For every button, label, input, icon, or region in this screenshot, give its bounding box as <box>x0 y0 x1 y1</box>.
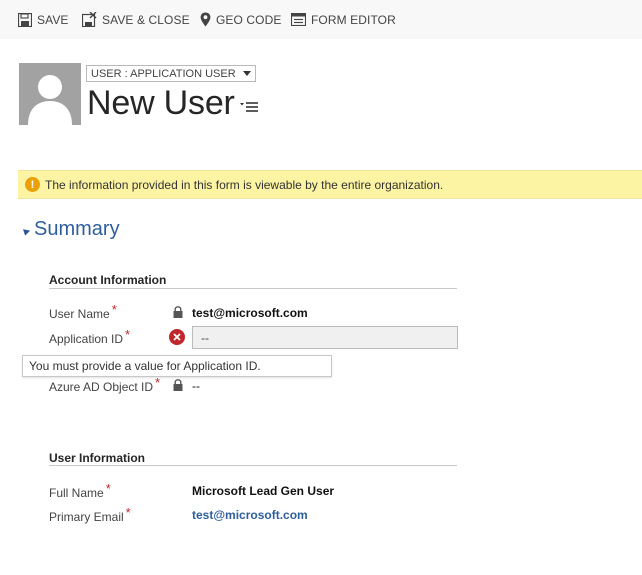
user-information-heading: User Information <box>49 451 146 465</box>
primary-email-link[interactable]: test@microsoft.com <box>192 508 308 522</box>
chevron-down-icon <box>242 71 251 76</box>
user-name-value: test@microsoft.com <box>192 306 308 320</box>
form-editor-label: FORM EDITOR <box>311 12 396 27</box>
notification-text: The information provided in this form is… <box>45 177 444 192</box>
geo-code-label: GEO CODE <box>216 12 282 27</box>
map-pin-icon <box>200 12 211 27</box>
application-id-label: Application ID * <box>49 327 131 346</box>
user-silhouette-icon <box>28 75 72 125</box>
page-title: New User <box>87 84 235 122</box>
account-information-heading: Account Information <box>49 273 167 287</box>
validation-tooltip: You must provide a value for Application… <box>22 355 332 377</box>
notification-bar: ! The information provided in this form … <box>18 170 642 199</box>
application-id-input[interactable] <box>192 326 458 349</box>
avatar <box>19 63 81 125</box>
record-menu-button[interactable] <box>240 100 258 118</box>
form-editor-icon <box>291 13 306 26</box>
form-editor-button[interactable]: FORM EDITOR <box>291 0 396 39</box>
form-selector-label: USER : APPLICATION USER <box>91 67 236 80</box>
save-button[interactable]: SAVE <box>18 0 69 39</box>
save-icon <box>18 12 32 27</box>
required-marker: * <box>155 375 161 390</box>
menu-icon <box>240 102 258 112</box>
save-close-icon <box>82 12 97 27</box>
warning-icon: ! <box>25 177 40 192</box>
lock-icon <box>173 305 183 323</box>
azure-ad-object-id-value: -- <box>192 379 200 393</box>
collapse-triangle-icon <box>20 225 31 236</box>
divider <box>49 288 457 289</box>
summary-section-toggle[interactable]: Summary <box>20 218 120 241</box>
error-icon <box>169 329 185 345</box>
divider <box>49 465 457 466</box>
azure-ad-object-id-label: Azure AD Object ID * <box>49 375 161 394</box>
lock-icon <box>173 378 183 396</box>
save-close-button[interactable]: SAVE & CLOSE <box>82 0 190 39</box>
section-title: Summary <box>34 218 120 240</box>
primary-email-label: Primary Email * <box>49 505 131 524</box>
required-marker: * <box>125 327 131 342</box>
required-marker: * <box>105 481 111 496</box>
user-name-label: User Name * <box>49 302 117 321</box>
full-name-value[interactable]: Microsoft Lead Gen User <box>192 484 334 498</box>
full-name-label: Full Name * <box>49 481 111 500</box>
form-selector[interactable]: USER : APPLICATION USER <box>86 65 256 82</box>
save-close-label: SAVE & CLOSE <box>102 12 190 27</box>
geo-code-button[interactable]: GEO CODE <box>200 0 281 39</box>
required-marker: * <box>111 302 117 317</box>
required-marker: * <box>125 505 131 520</box>
save-label: SAVE <box>37 12 69 27</box>
command-bar: SAVE SAVE & CLOSE GEO CODE FORM EDITOR <box>0 0 642 39</box>
